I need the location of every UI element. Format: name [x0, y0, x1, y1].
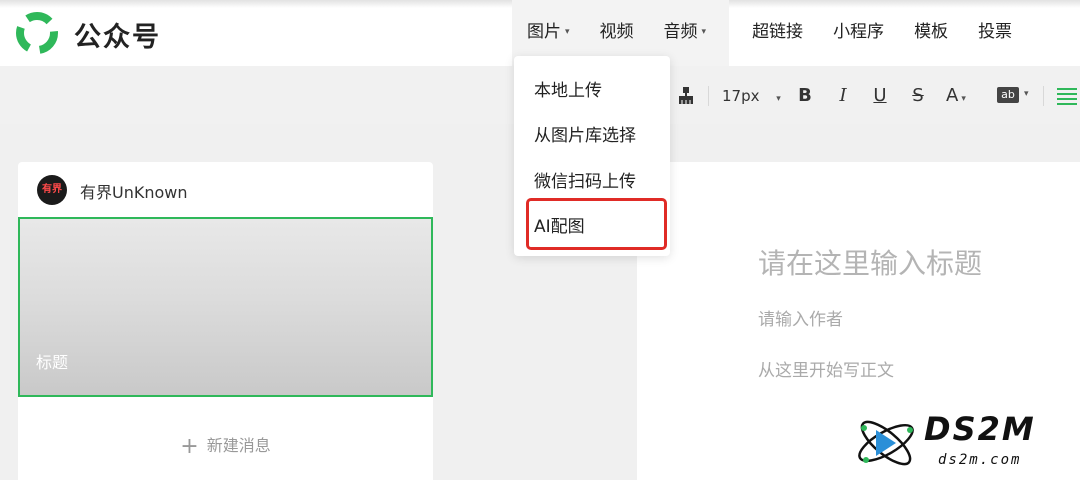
- toolbar-divider: [708, 86, 709, 106]
- atom-logo-icon: [858, 420, 914, 466]
- avatar[interactable]: 有界: [37, 175, 67, 205]
- plus-icon: +: [180, 434, 199, 459]
- align-left-icon[interactable]: [1057, 86, 1077, 106]
- nav-video-label: 视频: [599, 22, 634, 42]
- annotation-highlight-box: [526, 198, 667, 250]
- watermark-url: ds2m.com: [938, 452, 1022, 468]
- nav-audio-label: 音频: [663, 22, 698, 42]
- body-input[interactable]: 从这里开始写正文: [758, 356, 894, 381]
- font-size-value: 17px: [722, 87, 760, 105]
- wechat-mp-logo-icon[interactable]: [16, 12, 58, 54]
- font-color-button[interactable]: A ▾: [946, 85, 980, 107]
- new-message-label: 新建消息: [206, 436, 271, 455]
- author-input[interactable]: 请输入作者: [758, 305, 843, 330]
- nav-vote[interactable]: 投票: [963, 0, 1027, 66]
- chevron-down-icon: ▾: [701, 27, 707, 37]
- toolbar-divider: [1043, 86, 1044, 106]
- chevron-down-icon: ▾: [1024, 89, 1029, 99]
- font-size-select[interactable]: 17px ▾: [722, 85, 781, 110]
- italic-button[interactable]: I: [834, 85, 852, 107]
- strikethrough-button[interactable]: S: [908, 85, 928, 107]
- highlight-color-button[interactable]: ab: [997, 87, 1019, 103]
- article-list-panel: 有界 有界UnKnown 标题 + 新建消息: [18, 162, 433, 480]
- watermark-title: DS2M: [924, 410, 1036, 448]
- nav-mini-program[interactable]: 小程序: [818, 0, 899, 66]
- menu-item-local-upload[interactable]: 本地上传: [534, 76, 602, 101]
- chevron-down-icon: ▾: [776, 94, 781, 104]
- new-message-button[interactable]: + 新建消息: [18, 432, 433, 459]
- title-input[interactable]: 请在这里输入标题: [758, 242, 982, 282]
- nav-image-label: 图片: [527, 22, 561, 42]
- bold-button[interactable]: B: [796, 85, 814, 107]
- chevron-down-icon: ▾: [565, 27, 570, 37]
- cover-title: 标题: [36, 353, 69, 372]
- underline-button[interactable]: U: [871, 85, 889, 107]
- nav-hyperlink[interactable]: 超链接: [737, 0, 818, 66]
- insert-nav-group: 超链接 小程序 模板 投票: [729, 0, 1027, 66]
- article-cover-card[interactable]: 标题: [18, 217, 433, 397]
- menu-item-scan-upload[interactable]: 微信扫码上传: [534, 167, 636, 192]
- image-dropdown-menu: 本地上传 从图片库选择 微信扫码上传 AI配图: [514, 56, 670, 256]
- brand-title[interactable]: 公众号: [74, 15, 161, 54]
- highlight-label: ab: [1001, 88, 1015, 101]
- chevron-down-icon: ▾: [961, 94, 966, 104]
- watermark: DS2M ds2m.com: [852, 406, 1072, 480]
- font-color-label: A: [946, 85, 959, 106]
- nav-template[interactable]: 模板: [899, 0, 963, 66]
- format-painter-icon[interactable]: [677, 86, 695, 106]
- account-name: 有界UnKnown: [80, 183, 188, 202]
- menu-item-image-library[interactable]: 从图片库选择: [534, 121, 636, 146]
